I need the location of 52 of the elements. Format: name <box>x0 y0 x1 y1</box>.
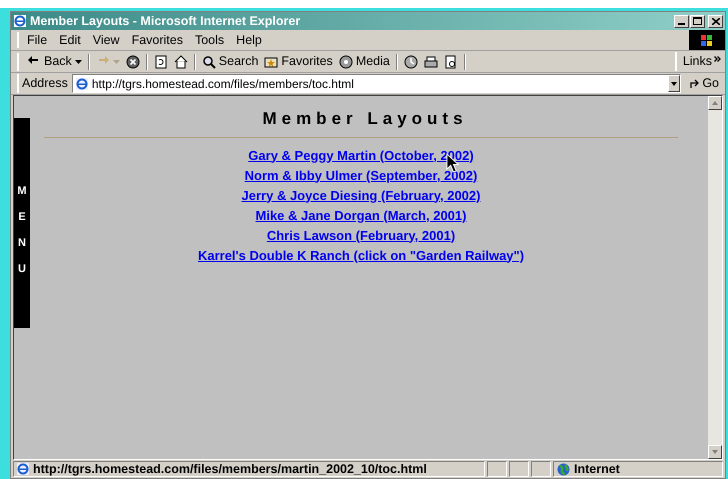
member-link[interactable]: Mike & Jane Dorgan (March, 2001) <box>256 206 466 224</box>
windows-logo-icon <box>689 30 725 50</box>
favorites-button[interactable]: Favorites <box>264 52 333 71</box>
chevron-icon[interactable] <box>714 56 721 62</box>
menu-item[interactable]: View <box>92 30 120 50</box>
menu-item[interactable]: Edit <box>59 30 81 50</box>
side-menu[interactable]: MENU <box>14 118 30 328</box>
status-text: http://tgrs.homestead.com/files/members/martin_2002_10/toc.html <box>33 460 427 478</box>
close-icon <box>712 18 720 24</box>
member-link[interactable]: Jerry & Joyce Diesing (February, 2002) <box>242 186 480 204</box>
scrollbar[interactable] <box>708 96 722 459</box>
caret-icon <box>74 60 82 64</box>
go-button[interactable]: Go <box>683 74 725 93</box>
menu-item[interactable]: File <box>27 30 48 50</box>
window-title: Member Layouts - Microsoft Internet Explorer <box>30 12 302 30</box>
search-button[interactable]: Search <box>202 52 258 71</box>
stop-icon <box>126 54 140 68</box>
maximize-icon <box>693 17 702 25</box>
links-label[interactable]: Links <box>674 52 714 71</box>
home-icon <box>174 54 188 68</box>
clock-icon <box>404 54 418 68</box>
minimize-button[interactable] <box>674 14 689 28</box>
address-label: Address <box>17 74 70 93</box>
globe-icon <box>557 462 570 476</box>
zone-label: Internet <box>574 460 620 478</box>
menu-item[interactable]: Favorites <box>132 30 183 50</box>
back-button[interactable]: Back <box>27 52 82 71</box>
minimize-icon <box>678 22 685 24</box>
home-button[interactable] <box>174 54 188 68</box>
print-button[interactable] <box>424 54 438 68</box>
history-button[interactable] <box>404 54 418 68</box>
member-link[interactable]: Chris Lawson (February, 2001) <box>266 226 456 244</box>
member-link[interactable]: Karrel's Double K Ranch (click on "Garden Railway") <box>198 246 524 264</box>
dropdown-icon[interactable] <box>668 75 680 92</box>
scroll-up-icon[interactable] <box>708 96 722 110</box>
printer-icon <box>424 54 438 68</box>
address-field[interactable]: http://tgrs.homestead.com/files/members/toc.html <box>72 74 682 93</box>
arrow-icon <box>689 78 700 89</box>
search-icon <box>202 54 216 68</box>
disc-icon <box>338 54 353 68</box>
close-button[interactable] <box>708 14 723 28</box>
media-button[interactable]: Media <box>338 52 390 71</box>
stop-button[interactable] <box>126 54 140 68</box>
caret-icon <box>112 60 120 64</box>
scroll-down-icon[interactable] <box>708 445 722 459</box>
magnifier-page-icon <box>444 54 458 68</box>
menu-item[interactable]: Tools <box>194 30 224 50</box>
member-link[interactable]: Norm & Ibby Ulmer (September, 2002) <box>244 166 478 184</box>
page-heading: Member Layouts <box>261 108 468 130</box>
preview-button[interactable] <box>444 54 458 68</box>
maximize-button[interactable] <box>690 14 705 28</box>
menu-item[interactable]: Help <box>236 30 262 50</box>
